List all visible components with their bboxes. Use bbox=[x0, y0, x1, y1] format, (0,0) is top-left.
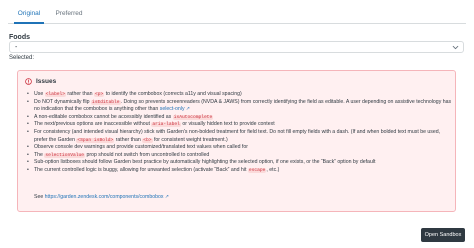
docs-link[interactable]: https://garden.zendesk.com/components/co… bbox=[45, 194, 164, 200]
issue-text: , etc.) bbox=[266, 166, 280, 173]
tab-original[interactable]: Original bbox=[14, 9, 44, 24]
issue-item: The next/previous options are inaccessib… bbox=[26, 121, 454, 129]
issue-text: rather than bbox=[114, 136, 143, 143]
inline-code: aria-label bbox=[151, 122, 181, 128]
tab-bar: Original Preferred bbox=[8, 6, 466, 24]
inline-code: <b> bbox=[142, 137, 153, 143]
issue-text: to identify the combobox (corrects a11y … bbox=[104, 91, 242, 97]
issue-text: The next/previous options are inaccessib… bbox=[34, 121, 152, 128]
external-link-icon: ↗ bbox=[163, 195, 169, 200]
issue-item: Observe console dev warnings and provide… bbox=[26, 144, 454, 152]
issue-text: rather than bbox=[65, 91, 94, 97]
inline-code: isAutocomplete bbox=[172, 114, 214, 120]
issue-item: The selectionValue prop should not switc… bbox=[26, 152, 454, 160]
issue-item: Sub-option listboxes should follow Garde… bbox=[26, 159, 454, 167]
inline-code: selectionValue bbox=[44, 152, 85, 158]
open-sandbox-button[interactable]: Open Sandbox bbox=[421, 228, 465, 242]
issue-item: Use <label> rather than <p> to identify … bbox=[26, 91, 454, 99]
issue-text: prop should not switch from uncontrolled… bbox=[85, 151, 210, 158]
see-line: See https://garden.zendesk.com/component… bbox=[34, 194, 169, 200]
issues-header: Issues bbox=[25, 77, 56, 86]
issue-item: A non-editable combobox cannot be access… bbox=[26, 114, 454, 122]
issue-text: A non-editable combobox cannot be access… bbox=[34, 113, 173, 120]
inline-code: escape bbox=[247, 167, 267, 173]
foods-combobox[interactable]: - bbox=[9, 41, 464, 53]
issue-item: For consistency (and intended visual hie… bbox=[26, 129, 454, 144]
issue-text: or visually hidden text to provide conte… bbox=[180, 121, 275, 128]
issues-alert: Issues Use <label> rather than <p> to id… bbox=[17, 70, 456, 212]
issue-text: for consistent weight treatment.) bbox=[152, 136, 228, 143]
selected-readout: Selected: bbox=[9, 55, 34, 61]
issue-text: Do NOT dynamically flip bbox=[34, 98, 91, 105]
issue-text: The bbox=[34, 151, 45, 158]
chevron-down-icon bbox=[452, 45, 459, 50]
tab-preferred[interactable]: Preferred bbox=[54, 9, 84, 24]
issue-list: Use <label> rather than <p> to identify … bbox=[26, 91, 454, 175]
inline-code: <p> bbox=[93, 92, 105, 97]
issue-text: Use bbox=[34, 91, 45, 97]
foods-label: Foods bbox=[9, 34, 30, 41]
combobox-value: - bbox=[15, 44, 18, 51]
selected-label: Selected: bbox=[9, 55, 35, 61]
issue-text: Observe console dev warnings and provide… bbox=[34, 144, 248, 151]
inline-code: isEditable bbox=[90, 99, 121, 105]
issues-title: Issues bbox=[36, 78, 57, 85]
issue-item: The current controlled logic is buggy, a… bbox=[26, 167, 454, 175]
inline-code: <Span isBold> bbox=[76, 137, 115, 143]
see-prefix: See bbox=[34, 194, 45, 200]
select-only-link[interactable]: select-only bbox=[160, 106, 185, 112]
alert-icon bbox=[25, 78, 32, 85]
external-link-icon: ↗ bbox=[184, 107, 190, 113]
issue-text: The current controlled logic is buggy, a… bbox=[34, 166, 248, 173]
issue-item: Do NOT dynamically flip isEditable. Doin… bbox=[26, 99, 454, 114]
inline-code: <label> bbox=[44, 92, 66, 97]
issue-text: Sub-option listboxes should follow Garde… bbox=[34, 159, 376, 166]
